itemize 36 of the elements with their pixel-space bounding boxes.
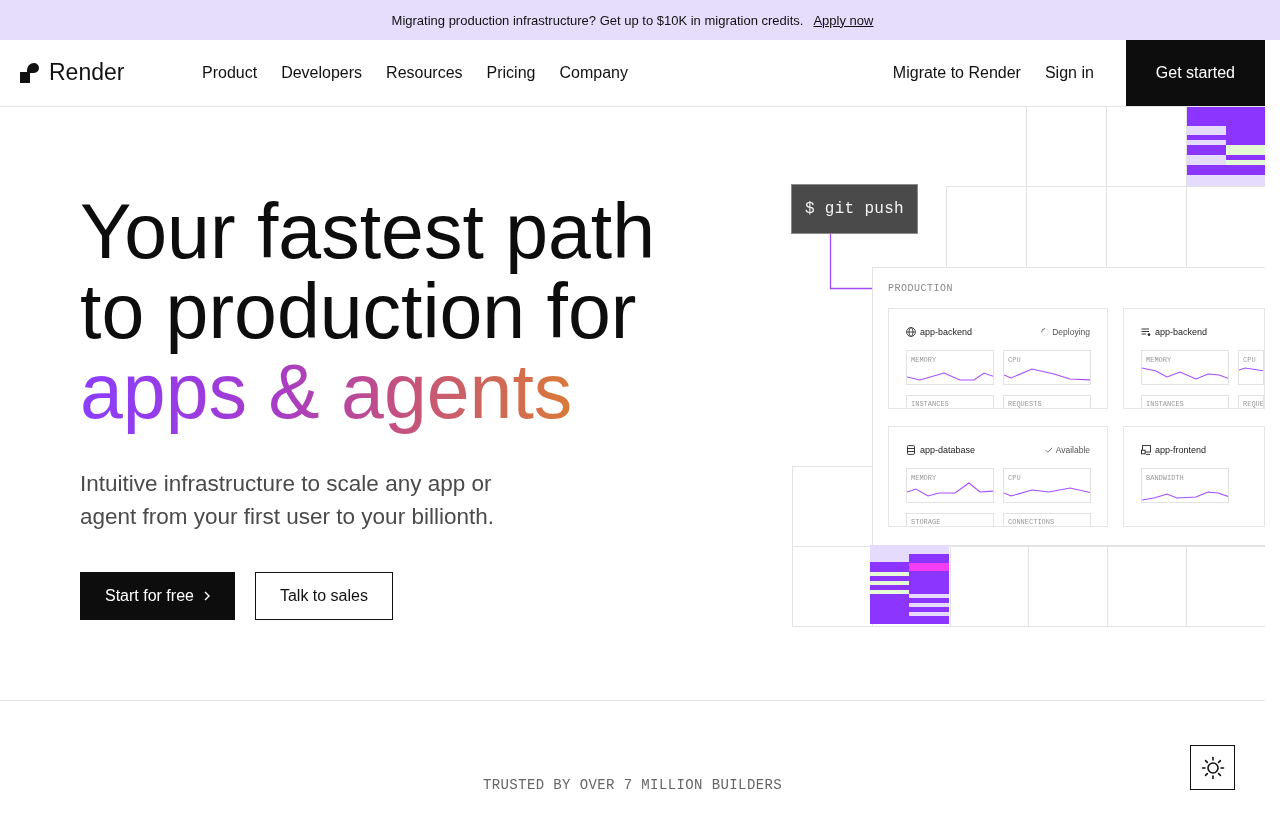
nav-link[interactable]: Company [559,64,628,82]
status-label: Deploying [1052,327,1090,337]
status-label: Available [1055,445,1090,455]
theme-toggle-button[interactable] [1190,745,1235,790]
service-name: app-backend [1155,327,1208,337]
start-for-free-button[interactable]: Start for free [80,572,235,620]
nav-link[interactable]: Resources [386,64,463,82]
trusted-by-caption: TRUSTED BY OVER 7 MILLION BUILDERS [482,777,783,793]
service-name: app-backend [920,327,973,337]
nav-link[interactable]: Product [202,64,258,82]
logo-icon [20,62,40,83]
list-icon [1141,327,1151,337]
globe-icon [906,327,916,337]
connector-line [829,234,872,290]
get-started-button[interactable]: Get started [1125,40,1265,106]
panel-title: PRODUCTION [888,283,954,295]
brand-logo-link[interactable]: Render [20,59,125,87]
git-push-command: $ git push [791,184,918,234]
check-icon [1044,446,1053,454]
talk-to-sales-button[interactable]: Talk to sales [254,572,393,620]
hero-subheading: Intuitive infrastructure to scale any app or agent from your first user to your billionth. [80,470,495,531]
hero-heading: Your fastest path to production for apps & agents [80,191,740,439]
apply-now-link[interactable]: Apply now [813,12,874,28]
spinner-icon [1041,328,1050,336]
sparkline [1239,367,1263,372]
nav-link[interactable]: Migrate to Render [892,64,1021,82]
nav-link[interactable]: Pricing [486,64,536,82]
nav-link[interactable]: Sign in [1044,64,1094,82]
chevron-icon [203,591,210,601]
monitor-icon [1141,445,1151,455]
sun-icon [1200,755,1225,780]
nav-link[interactable]: Developers [281,64,363,82]
service-name: app-database [920,445,976,455]
announcement-text: Migrating production infrastructure? Get up to $10K in migration credits. [391,12,804,28]
service-name: app-frontend [1155,445,1207,455]
database-icon [906,445,916,455]
